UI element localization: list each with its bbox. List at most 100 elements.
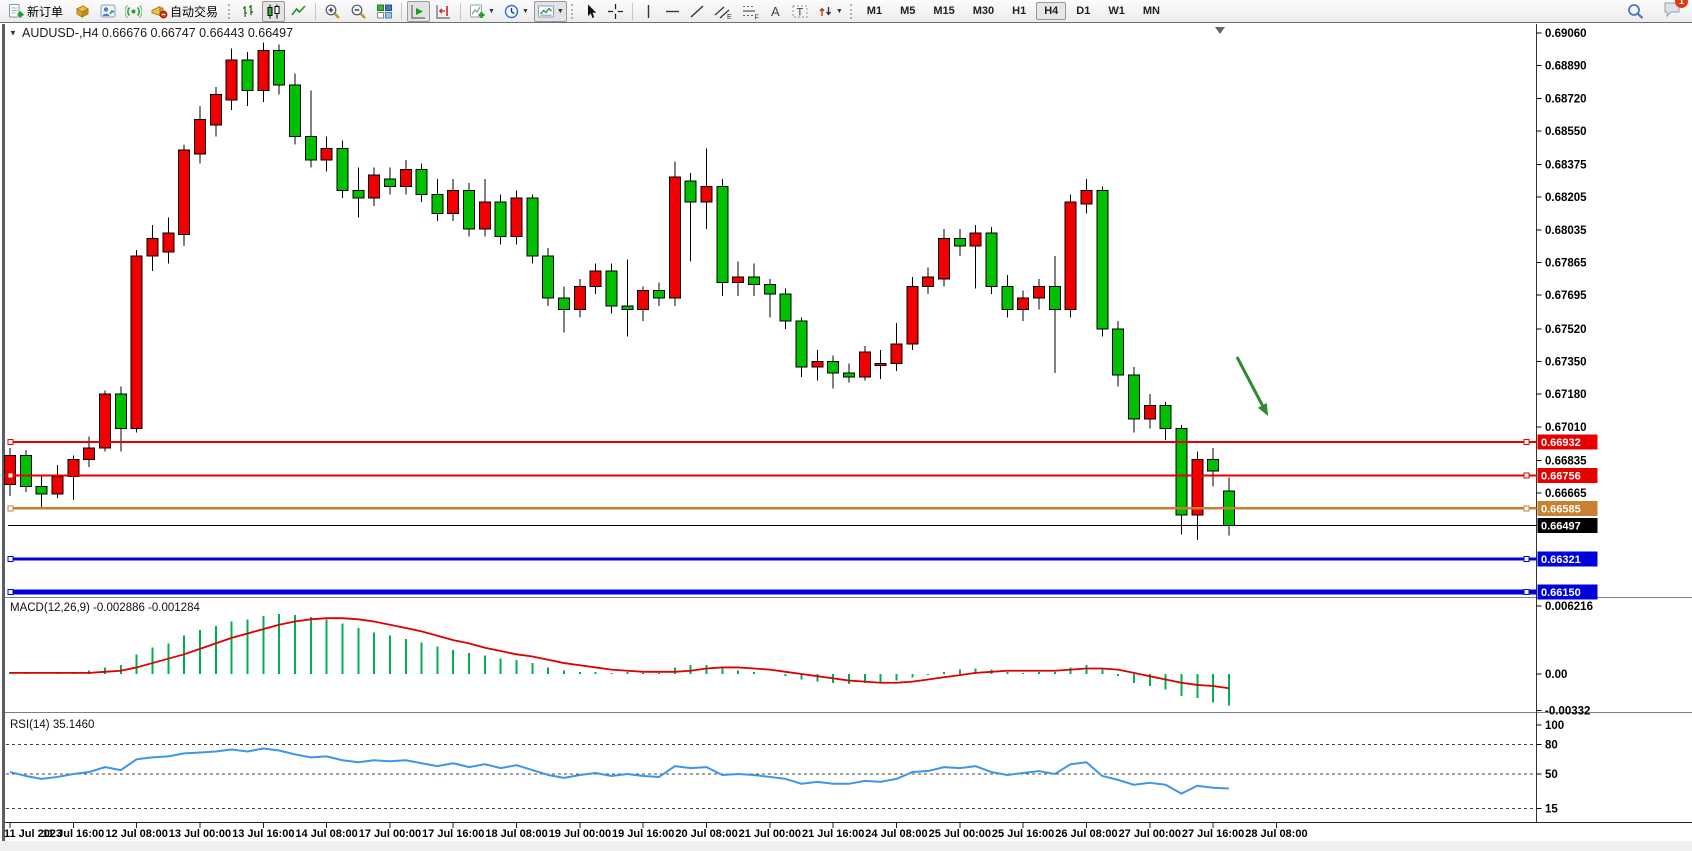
line-handle[interactable]	[8, 473, 13, 478]
candle	[1065, 202, 1076, 310]
chart-background	[0, 23, 1692, 841]
templates-button[interactable]: ▼	[534, 1, 567, 22]
line-handle[interactable]	[8, 506, 13, 511]
line-handle[interactable]	[1524, 439, 1529, 444]
candle	[1018, 298, 1029, 310]
candle	[210, 94, 221, 125]
signals-button[interactable]	[122, 1, 145, 22]
market-depth-icon	[74, 3, 91, 20]
line-handle[interactable]	[1524, 506, 1529, 511]
toolbar-gripper[interactable]	[850, 4, 855, 19]
timeframe-button-h1[interactable]: H1	[1004, 2, 1034, 20]
market-depth-button[interactable]	[71, 1, 94, 22]
text-label-button[interactable]: T	[788, 1, 812, 22]
candle	[622, 306, 633, 310]
arrows-button[interactable]: ▼	[814, 1, 846, 22]
trendline-button[interactable]	[686, 1, 709, 22]
chevron-down-icon[interactable]: ▼	[488, 8, 495, 15]
candle	[1113, 329, 1124, 375]
chart-canvas[interactable]: 0.690600.688900.687200.685500.683750.682…	[0, 0, 1692, 851]
vertical-line-icon	[641, 3, 656, 20]
candle	[986, 233, 997, 287]
fibonacci-button[interactable]: F	[738, 1, 763, 22]
chart-collapse-icon[interactable]: ▼	[9, 29, 17, 38]
community-button[interactable]	[96, 1, 120, 22]
candle	[1097, 191, 1108, 329]
notifications-button[interactable]: 1	[1662, 0, 1682, 23]
timeframe-button-m5[interactable]: M5	[892, 2, 923, 20]
new-order-button[interactable]: 新订单	[5, 1, 69, 22]
time-axis-label: 28 Jul 08:00	[1245, 828, 1307, 840]
crosshair-button[interactable]	[604, 1, 627, 22]
zoom-in-button[interactable]	[321, 1, 345, 22]
candle	[479, 202, 490, 229]
timeframe-button-m15[interactable]: M15	[925, 2, 962, 20]
timeframe-button-w1[interactable]: W1	[1100, 2, 1133, 20]
candle	[891, 344, 902, 363]
timeframe-button-m1[interactable]: M1	[859, 2, 890, 20]
price-axis-label: 0.67520	[1545, 324, 1587, 336]
horizontal-line-button[interactable]	[661, 1, 684, 22]
candle	[1208, 459, 1219, 471]
time-axis-label: 17 Jul 16:00	[422, 828, 484, 840]
timeframe-button-m30[interactable]: M30	[965, 2, 1002, 20]
toolbar-separator	[632, 3, 633, 20]
cursor-button[interactable]	[580, 1, 602, 22]
chart-title: AUDUSD-,H4 0.66676 0.66747 0.66443 0.664…	[22, 26, 293, 40]
candle	[242, 60, 253, 91]
candle	[1081, 191, 1092, 204]
line-handle[interactable]	[1524, 557, 1529, 562]
periods-button[interactable]: ▼	[500, 1, 532, 22]
horizontal-line-icon	[664, 3, 681, 20]
timeframe-list: M1M5M15M30H1H4D1W1MN	[858, 2, 1169, 20]
candle	[179, 150, 190, 235]
candle	[258, 50, 269, 90]
time-axis-label: 21 Jul 16:00	[802, 828, 864, 840]
price-label: 0.66150	[1541, 587, 1581, 599]
vertical-line-button[interactable]	[638, 1, 659, 22]
timeframe-button-d1[interactable]: D1	[1068, 2, 1098, 20]
tile-windows-button[interactable]	[373, 1, 396, 22]
search-button[interactable]	[1623, 1, 1649, 22]
chevron-down-icon[interactable]: ▼	[836, 8, 843, 15]
line-handle[interactable]	[8, 589, 13, 594]
toolbar-gripper[interactable]	[228, 4, 233, 19]
indicators-button[interactable]: ▼	[466, 1, 498, 22]
zoom-out-button[interactable]	[347, 1, 371, 22]
timeframe-button-mn[interactable]: MN	[1135, 2, 1168, 20]
candle	[448, 191, 459, 214]
candle	[464, 191, 475, 229]
bar-chart-button[interactable]	[237, 1, 260, 22]
auto-scroll-button[interactable]	[407, 1, 430, 22]
line-handle[interactable]	[8, 557, 13, 562]
rsi-label: RSI(14) 35.1460	[10, 719, 94, 731]
candle	[764, 285, 775, 295]
autotrading-button[interactable]: 自动交易	[147, 1, 224, 22]
toolbar-gripper[interactable]	[571, 4, 576, 19]
candle	[1002, 287, 1013, 310]
template-icon	[537, 3, 555, 20]
candle	[20, 456, 31, 487]
crosshair-icon	[607, 3, 624, 20]
notification-badge[interactable]: 1	[1675, 0, 1688, 8]
tile-windows-icon	[376, 3, 393, 20]
line-handle[interactable]	[1524, 589, 1529, 594]
chart-shift-button[interactable]	[432, 1, 455, 22]
timeframe-button-h4[interactable]: H4	[1036, 2, 1066, 20]
line-chart-button[interactable]	[287, 1, 310, 22]
time-axis-label: 13 Jul 00:00	[169, 828, 231, 840]
time-axis-label: 18 Jul 08:00	[485, 828, 547, 840]
line-handle[interactable]	[8, 439, 13, 444]
text-button[interactable]: A	[765, 1, 786, 22]
line-handle[interactable]	[1524, 473, 1529, 478]
chevron-down-icon[interactable]: ▼	[557, 8, 564, 15]
chevron-down-icon[interactable]: ▼	[522, 8, 529, 15]
candlestick-chart-button[interactable]	[262, 1, 285, 22]
candle	[384, 179, 395, 187]
candle	[527, 198, 538, 256]
candle	[194, 119, 205, 154]
price-label: 0.66932	[1541, 437, 1581, 449]
equidistant-channel-button[interactable]: E	[711, 1, 736, 22]
candle	[84, 448, 95, 460]
candle	[828, 361, 839, 373]
